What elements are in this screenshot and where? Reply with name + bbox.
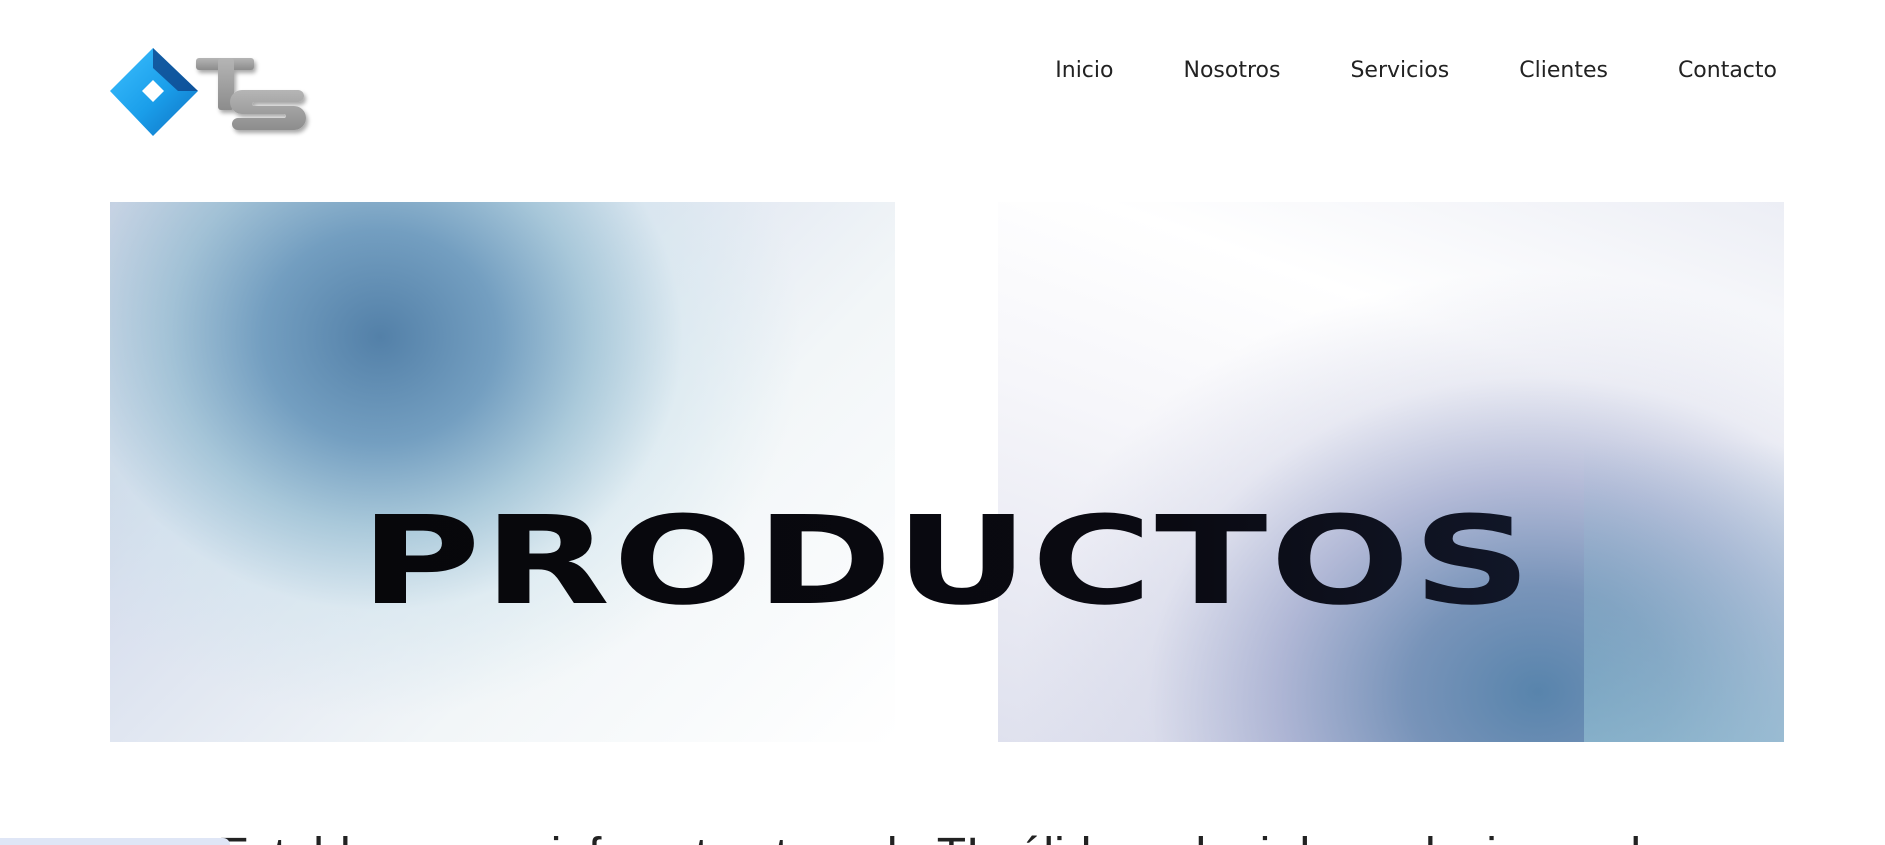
ts-logo-icon[interactable] <box>108 46 313 146</box>
hero-banner: PRODUCTOS <box>110 202 1784 742</box>
nav-link-contacto[interactable]: Contacto <box>1608 56 1777 86</box>
hero-gradient-left <box>110 202 895 742</box>
bottom-floating-bar <box>0 838 230 845</box>
nav-link-inicio[interactable]: Inicio <box>1055 56 1113 86</box>
hero-title: PRODUCTOS <box>110 496 1784 626</box>
intro-text: Establecer una infraestructura de TI sól… <box>0 826 1885 845</box>
main-nav: Inicio Nosotros Servicios Clientes Conta… <box>1055 56 1777 86</box>
nav-link-nosotros[interactable]: Nosotros <box>1113 56 1280 86</box>
nav-link-servicios[interactable]: Servicios <box>1280 56 1449 86</box>
hero-gradient-right <box>998 202 1784 742</box>
hero-gradient-gap <box>895 202 998 742</box>
nav-link-clientes[interactable]: Clientes <box>1449 56 1608 86</box>
page: Inicio Nosotros Servicios Clientes Conta… <box>0 0 1885 845</box>
